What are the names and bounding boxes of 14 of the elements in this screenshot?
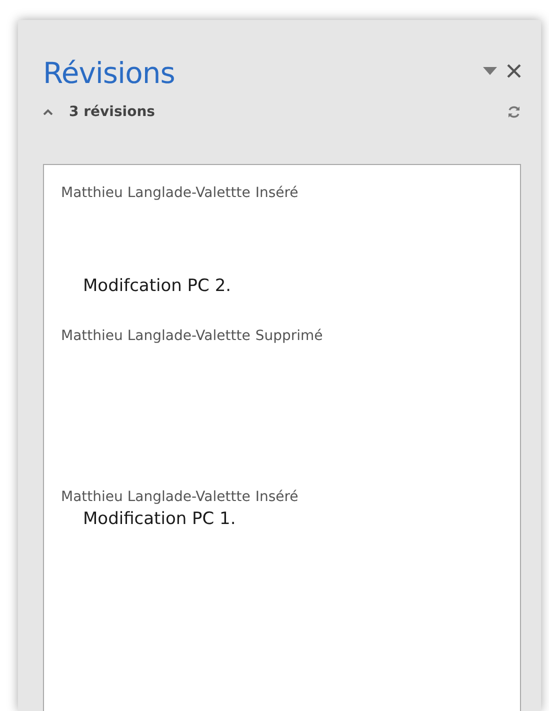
pane-title: Révisions [43, 56, 175, 90]
caret-icon [43, 109, 53, 115]
revision-author: Matthieu Langlade-Valettte [61, 328, 250, 344]
revision-action: Inséré [255, 185, 298, 201]
summary-toggle[interactable]: 3 révisions [43, 104, 155, 120]
revision-text: Modification PC 1. [82, 509, 237, 529]
revision-author: Matthieu Langlade-Valettte [61, 185, 250, 201]
revision-text: Modifcation PC 2. [82, 276, 232, 296]
revision-author: Matthieu Langlade-Valettte [61, 489, 250, 505]
revision-action: Supprimé [255, 328, 323, 344]
dropdown-icon[interactable] [483, 67, 497, 75]
refresh-icon[interactable] [507, 105, 521, 119]
close-icon[interactable] [507, 64, 521, 78]
revision-action: Inséré [255, 489, 298, 505]
